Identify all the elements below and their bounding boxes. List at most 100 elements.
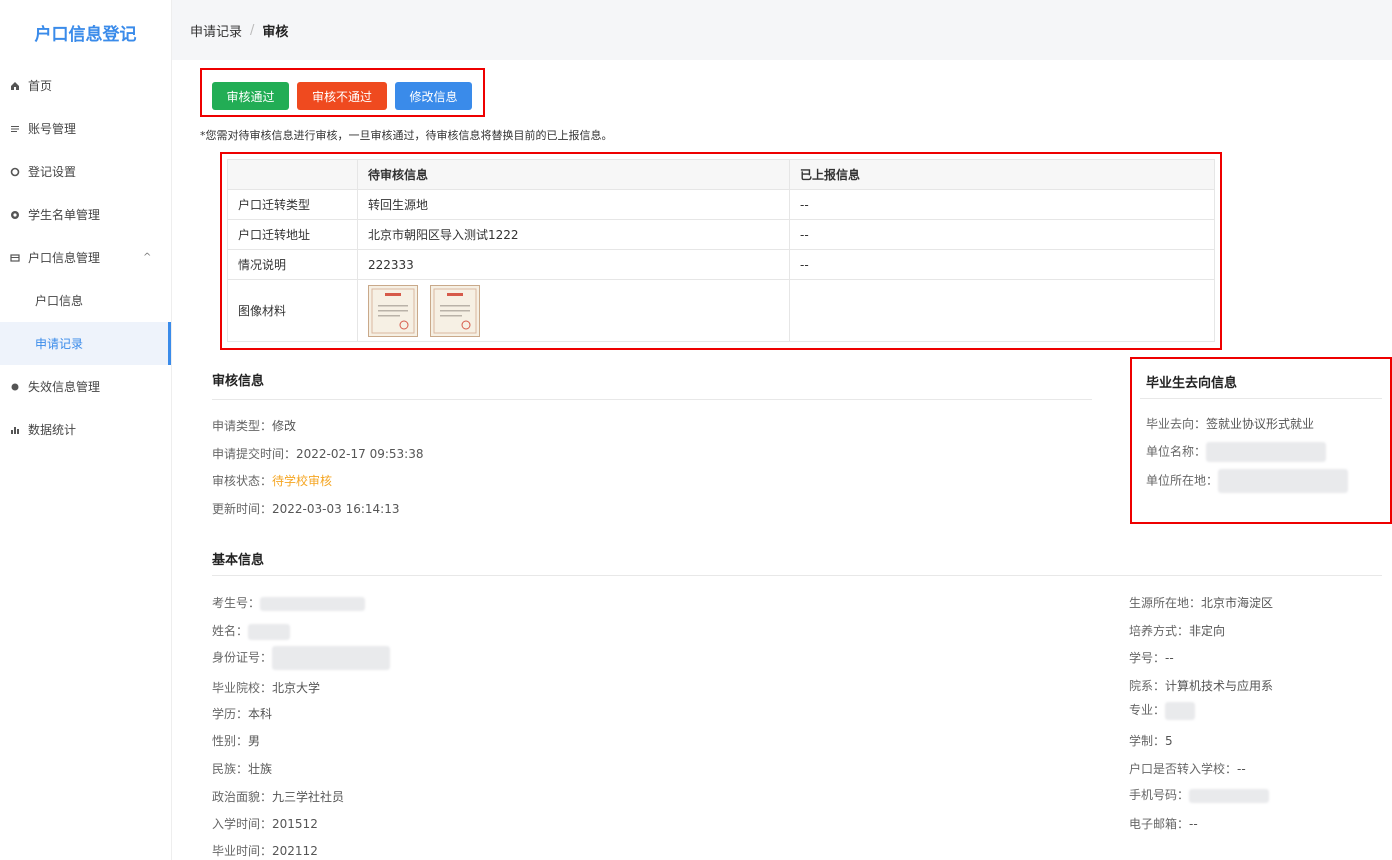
student-name: 姓名：	[212, 622, 291, 640]
table-row: 户口迁转类型 转回生源地 --	[227, 189, 1215, 220]
redacted-value	[272, 646, 391, 670]
redacted-value	[248, 623, 291, 640]
sidebar-item-label: 数据统计	[28, 423, 77, 437]
row-label: 图像材料	[227, 279, 358, 342]
audit-status: 审核状态：待学校审核	[212, 474, 333, 488]
app-root: 户口信息登记 首页 账号管理 登记设置 学生名单管理 户口信息管理 ^ 户口信息…	[0, 0, 1392, 860]
pending-images	[357, 279, 790, 342]
sidebar-item-hukou-management[interactable]: 户口信息管理 ^	[0, 236, 171, 279]
destination-title: 毕业生去向信息	[1146, 376, 1238, 391]
main-content: 审核通过 审核不通过 修改信息 *您需对待审核信息进行审核，一旦审核通过，待审核…	[172, 60, 1392, 860]
table-row: 户口迁转地址 北京市朝阳区导入测试1222 --	[227, 219, 1215, 250]
folder-icon	[10, 253, 28, 263]
audit-info-title: 审核信息	[212, 374, 265, 389]
sidebar-item-label: 账号管理	[28, 122, 77, 136]
table-header-cell: 待审核信息	[357, 159, 790, 190]
sidebar-item-hukou-info[interactable]: 户口信息	[0, 279, 171, 322]
divider	[212, 399, 1092, 400]
certificate-thumbnail[interactable]	[368, 284, 418, 337]
graduation-time: 毕业时间：202112	[212, 844, 318, 858]
email: 电子邮箱：--	[1129, 817, 1198, 831]
settings-icon	[10, 167, 28, 177]
reported-images	[789, 279, 1215, 342]
program-length: 学制：5	[1129, 734, 1173, 748]
ethnicity: 民族：壮族	[212, 762, 273, 776]
divider	[1140, 398, 1382, 399]
sidebar-item-label: 申请记录	[35, 337, 84, 351]
dot-icon	[10, 382, 28, 392]
phone-number: 手机号码：	[1129, 786, 1270, 803]
sidebar-item-label: 户口信息	[35, 294, 84, 308]
approve-button[interactable]: 审核通过	[212, 82, 289, 110]
row-label: 情况说明	[227, 249, 358, 280]
exam-number: 考生号：	[212, 594, 366, 611]
certificate-thumbnail[interactable]	[429, 284, 480, 337]
redacted-value	[260, 596, 366, 611]
table-row: 图像材料	[227, 279, 1215, 342]
student-number: 学号：--	[1129, 651, 1174, 665]
education-level: 学历：本科	[212, 707, 273, 721]
graduate-school: 毕业院校：北京大学	[212, 681, 321, 695]
sidebar-item-label: 学生名单管理	[28, 208, 101, 222]
graduate-destination-panel: 毕业生去向信息 毕业去向：签就业协议形式就业 单位名称： 单位所在地：	[1130, 357, 1392, 524]
training-mode: 培养方式：非定向	[1129, 624, 1226, 638]
redacted-value	[1165, 701, 1196, 720]
redacted-value	[1189, 788, 1270, 803]
basic-info-title: 基本信息	[212, 553, 265, 568]
redacted-value	[1218, 469, 1349, 493]
table-header-cell	[227, 159, 358, 190]
chevron-up-icon: ^	[143, 252, 152, 263]
reject-button[interactable]: 审核不通过	[297, 82, 387, 110]
app-title: 户口信息登记	[34, 24, 137, 45]
sidebar-item-students[interactable]: 学生名单管理	[0, 193, 171, 236]
sidebar-item-label: 登记设置	[28, 165, 77, 179]
employer-name: 单位名称：	[1146, 442, 1327, 462]
audit-notice: *您需对待审核信息进行审核，一旦审核通过，待审核信息将替换目前的已上报信息。	[200, 129, 613, 142]
breadcrumb: 申请记录 / 审核	[172, 0, 1392, 60]
department: 院系：计算机技术与应用系	[1129, 679, 1274, 693]
gender: 性别：男	[212, 734, 261, 748]
users-icon	[10, 210, 28, 220]
breadcrumb-parent-link[interactable]: 申请记录	[190, 21, 242, 40]
sidebar-item-invalid-info[interactable]: 失效信息管理	[0, 365, 171, 408]
redacted-value	[1206, 442, 1327, 462]
application-type: 申请类型：修改	[212, 419, 297, 433]
sidebar-item-application-records[interactable]: 申请记录	[0, 322, 171, 365]
edit-info-button[interactable]: 修改信息	[395, 82, 472, 110]
submit-time: 申请提交时间：2022-02-17 09:53:38	[212, 447, 424, 461]
status-badge: 待学校审核	[272, 474, 333, 488]
action-buttons-group: 审核通过 审核不通过 修改信息	[200, 68, 485, 117]
home-icon	[10, 81, 28, 91]
origin-location: 生源所在地：北京市海淀区	[1129, 596, 1274, 610]
table-row: 情况说明 222333 --	[227, 249, 1215, 280]
major: 专业：	[1129, 701, 1196, 720]
table-header-row: 待审核信息 已上报信息	[227, 159, 1215, 190]
breadcrumb-separator: /	[250, 22, 255, 38]
destination-type: 毕业去向：签就业协议形式就业	[1146, 417, 1315, 431]
row-label: 户口迁转类型	[227, 189, 358, 220]
sidebar-item-statistics[interactable]: 数据统计	[0, 408, 171, 451]
comparison-table: 待审核信息 已上报信息 户口迁转类型 转回生源地 -- 户口迁转地址 北京市朝阳…	[227, 159, 1215, 342]
sidebar-item-accounts[interactable]: 账号管理	[0, 107, 171, 150]
chart-icon	[10, 425, 28, 435]
comparison-table-container: 待审核信息 已上报信息 户口迁转类型 转回生源地 -- 户口迁转地址 北京市朝阳…	[220, 152, 1222, 350]
sidebar-item-label: 失效信息管理	[28, 380, 101, 394]
breadcrumb-current: 审核	[262, 24, 289, 40]
sidebar-item-label: 户口信息管理	[28, 251, 101, 265]
id-number: 身份证号：	[212, 646, 391, 670]
sidebar-item-settings[interactable]: 登记设置	[0, 150, 171, 193]
employer-location: 单位所在地：	[1146, 469, 1349, 493]
sidebar-item-label: 首页	[28, 79, 53, 93]
pending-value: 转回生源地	[357, 189, 790, 220]
sidebar: 户口信息登记 首页 账号管理 登记设置 学生名单管理 户口信息管理 ^ 户口信息…	[0, 0, 172, 860]
row-label: 户口迁转地址	[227, 219, 358, 250]
reported-value: --	[789, 189, 1215, 220]
divider	[212, 575, 1382, 576]
pending-value: 北京市朝阳区导入测试1222	[357, 219, 790, 250]
sidebar-menu: 首页 账号管理 登记设置 学生名单管理 户口信息管理 ^ 户口信息 申请记录 失…	[0, 64, 171, 451]
update-time: 更新时间：2022-03-03 16:14:13	[212, 502, 400, 516]
sidebar-item-home[interactable]: 首页	[0, 64, 171, 107]
list-icon	[10, 124, 28, 134]
reported-value: --	[789, 219, 1215, 250]
pending-value: 222333	[357, 249, 790, 280]
